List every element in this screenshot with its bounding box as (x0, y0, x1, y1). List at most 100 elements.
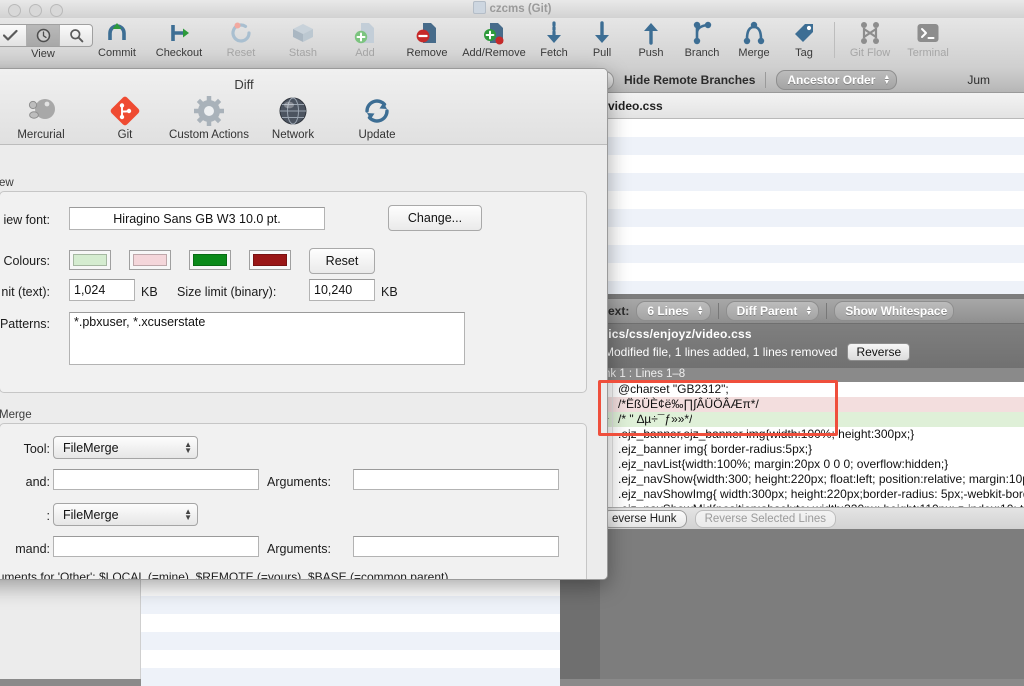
diff-line[interactable]: @charset "GB2312"; (600, 382, 1024, 397)
merge-command-field[interactable] (53, 469, 259, 490)
list-item[interactable] (600, 173, 1024, 191)
tab-git[interactable]: Git (83, 95, 167, 141)
diff-tool-popup[interactable]: FileMerge ▲ ▼ (53, 503, 198, 526)
globe-icon (278, 95, 308, 127)
diff-line[interactable]: .ejz_navShowImg{ width:300px; height:220… (600, 487, 1024, 502)
list-item[interactable] (600, 227, 1024, 245)
reset-colours-button[interactable]: Reset (309, 248, 375, 274)
toolbar-button-merge[interactable]: Merge (728, 18, 780, 59)
context-lines-popup[interactable]: 6 Lines ▲ ▼ (636, 301, 711, 321)
diff-tool-label: : (46, 509, 50, 523)
diff-parent-popup[interactable]: Diff Parent ▲ ▼ (725, 301, 820, 321)
toolbar-button-fetch[interactable]: Fetch (530, 18, 578, 59)
list-item[interactable] (600, 245, 1024, 263)
merge-command-label: and: (25, 475, 50, 489)
list-item[interactable] (600, 209, 1024, 227)
list-item[interactable] (600, 191, 1024, 209)
toolbar-button-add[interactable]: Add (334, 18, 396, 59)
toolbar-button-push[interactable]: Push (626, 18, 676, 59)
list-item[interactable] (600, 137, 1024, 155)
list-item (141, 632, 560, 650)
colour-swatch-removed-fg[interactable] (249, 250, 291, 270)
list-item[interactable] (600, 119, 1024, 137)
tab-label: Network (271, 129, 315, 141)
toolbar-button-commit[interactable]: Commit (86, 18, 148, 59)
tab-label: Mercurial (17, 129, 65, 141)
change-font-button[interactable]: Change... (388, 205, 482, 231)
colour-swatch-added-bg[interactable] (69, 250, 111, 270)
diff-line-removed[interactable]: -/*ËßÜÈ¢ë‰∏∫ÂÜÖÂÆπ*/ (600, 397, 1024, 412)
merge-help-line-1: mmand arguments for 'Other': $LOCAL (=mi… (0, 570, 452, 580)
toolbar-button-branch[interactable]: Branch (676, 18, 728, 59)
hide-remote-branches-label[interactable]: Hide Remote Branches (624, 73, 755, 87)
toolbar-button-add-remove[interactable]: Add/Remove (458, 18, 530, 59)
diff-line-added[interactable]: +/* " ∆µ÷¯ƒ»»*/ (600, 412, 1024, 427)
size-limit-text-field[interactable]: 1,024 (69, 279, 135, 301)
diff-line[interactable]: .ejz_navList{width:100%; margin:20px 0 0… (600, 457, 1024, 472)
toolbar-label: Checkout (155, 47, 203, 59)
chevron-updown-icon: ▲ ▼ (805, 305, 813, 317)
view-segmented-control[interactable] (0, 24, 93, 47)
diff-options-bar: text: 6 Lines ▲ ▼ Diff Parent ▲ ▼ Show Whi… (600, 298, 1024, 324)
toolbar-label: Add (355, 47, 375, 59)
view-segmented-control-group: View (0, 18, 93, 60)
diff-footer-bar: everse Hunk Reverse Selected Lines (600, 507, 1024, 529)
background-sidebar (0, 578, 141, 679)
colour-swatch-added-fg[interactable] (189, 250, 231, 270)
tab-network[interactable]: Network (251, 95, 335, 141)
toolbar-label: Fetch (540, 47, 568, 59)
preferences-toolbar: Diff Mercurial Git Custom Actions Networ… (0, 69, 607, 145)
reverse-hunk-button[interactable]: everse Hunk (602, 509, 687, 528)
ancestor-order-popup[interactable]: Ancestor Order ▲ ▼ (776, 70, 898, 90)
merge-tool-popup[interactable]: FileMerge ▲ ▼ (53, 436, 198, 459)
toolbar-button-checkout[interactable]: Checkout (148, 18, 210, 59)
tab-update[interactable]: Update (335, 95, 419, 141)
view-font-field[interactable]: Hiragino Sans GB W3 10.0 pt. (69, 207, 325, 230)
remove-icon (415, 20, 439, 46)
tab-custom-actions[interactable]: Custom Actions (167, 95, 251, 141)
push-icon (640, 20, 662, 46)
list-item[interactable] (600, 263, 1024, 281)
toolbar-button-reset[interactable]: Reset (210, 18, 272, 59)
colour-swatch-removed-bg[interactable] (129, 250, 171, 270)
list-item (141, 650, 560, 668)
checkmark-icon[interactable] (0, 25, 27, 46)
toolbar-label: Merge (738, 47, 770, 59)
preferences-tabs: Mercurial Git Custom Actions Network Upd… (0, 95, 419, 141)
diff-line-text: .ejz_navShowImg{ width:300px; height:220… (618, 487, 1024, 501)
reverse-selected-lines-button[interactable]: Reverse Selected Lines (694, 509, 837, 528)
jump-label[interactable]: Jum (967, 73, 990, 87)
diff-command-field[interactable] (53, 536, 259, 557)
clock-icon[interactable] (27, 25, 60, 46)
colours-label: Colours: (3, 254, 50, 268)
toolbar-button-pull[interactable]: Pull (578, 18, 626, 59)
toolbar-button-tag[interactable]: Tag (780, 18, 828, 59)
diff-line[interactable]: .ejz_navShow{width:300; height:220px; fl… (600, 472, 1024, 487)
tab-mercurial[interactable]: Mercurial (0, 95, 83, 141)
reverse-button[interactable]: Reverse (847, 343, 911, 361)
size-limit-binary-field[interactable]: 10,240 (309, 279, 375, 301)
list-item[interactable] (600, 281, 1024, 294)
tab-label: Custom Actions (169, 129, 249, 141)
merge-icon (742, 20, 766, 46)
toolbar-button-stash[interactable]: Stash (272, 18, 334, 59)
toolbar-label: Pull (592, 47, 612, 59)
diff-line[interactable]: .ejz_banner img{ border-radius:5px;} (600, 442, 1024, 457)
diff-arguments-field[interactable] (353, 536, 559, 557)
hunk-header: nk 1 : Lines 1–8 (600, 368, 1024, 382)
ignore-patterns-field[interactable]: *.pbxuser, *.xcuserstate (69, 312, 465, 365)
diff-line-text: .ejz_banner img{ border-radius:5px;} (618, 442, 813, 456)
toolbar-button-remove[interactable]: Remove (396, 18, 458, 59)
merge-tool-label: Tool: (23, 442, 50, 456)
merge-arguments-field[interactable] (353, 469, 559, 490)
list-item[interactable] (600, 155, 1024, 173)
toolbar-button-terminal[interactable]: Terminal (899, 18, 957, 59)
window-title-text: czcms (Git) (489, 3, 552, 15)
diff-code-area[interactable]: @charset "GB2312"; -/*ËßÜÈ¢ë‰∏∫ÂÜÖÂÆπ*/ … (600, 382, 1024, 507)
diff-line[interactable]: .ejz_banner,ejz_banner img{width:100%; h… (600, 427, 1024, 442)
file-list[interactable] (600, 119, 1024, 294)
size-limit-text-label: nit (text): (1, 285, 50, 299)
toolbar-button-git-flow[interactable]: Git Flow (841, 18, 899, 59)
show-whitespace-button[interactable]: Show Whitespace (834, 301, 955, 321)
diff-file-stats: Modified file, 1 lines added, 1 lines re… (604, 345, 838, 359)
